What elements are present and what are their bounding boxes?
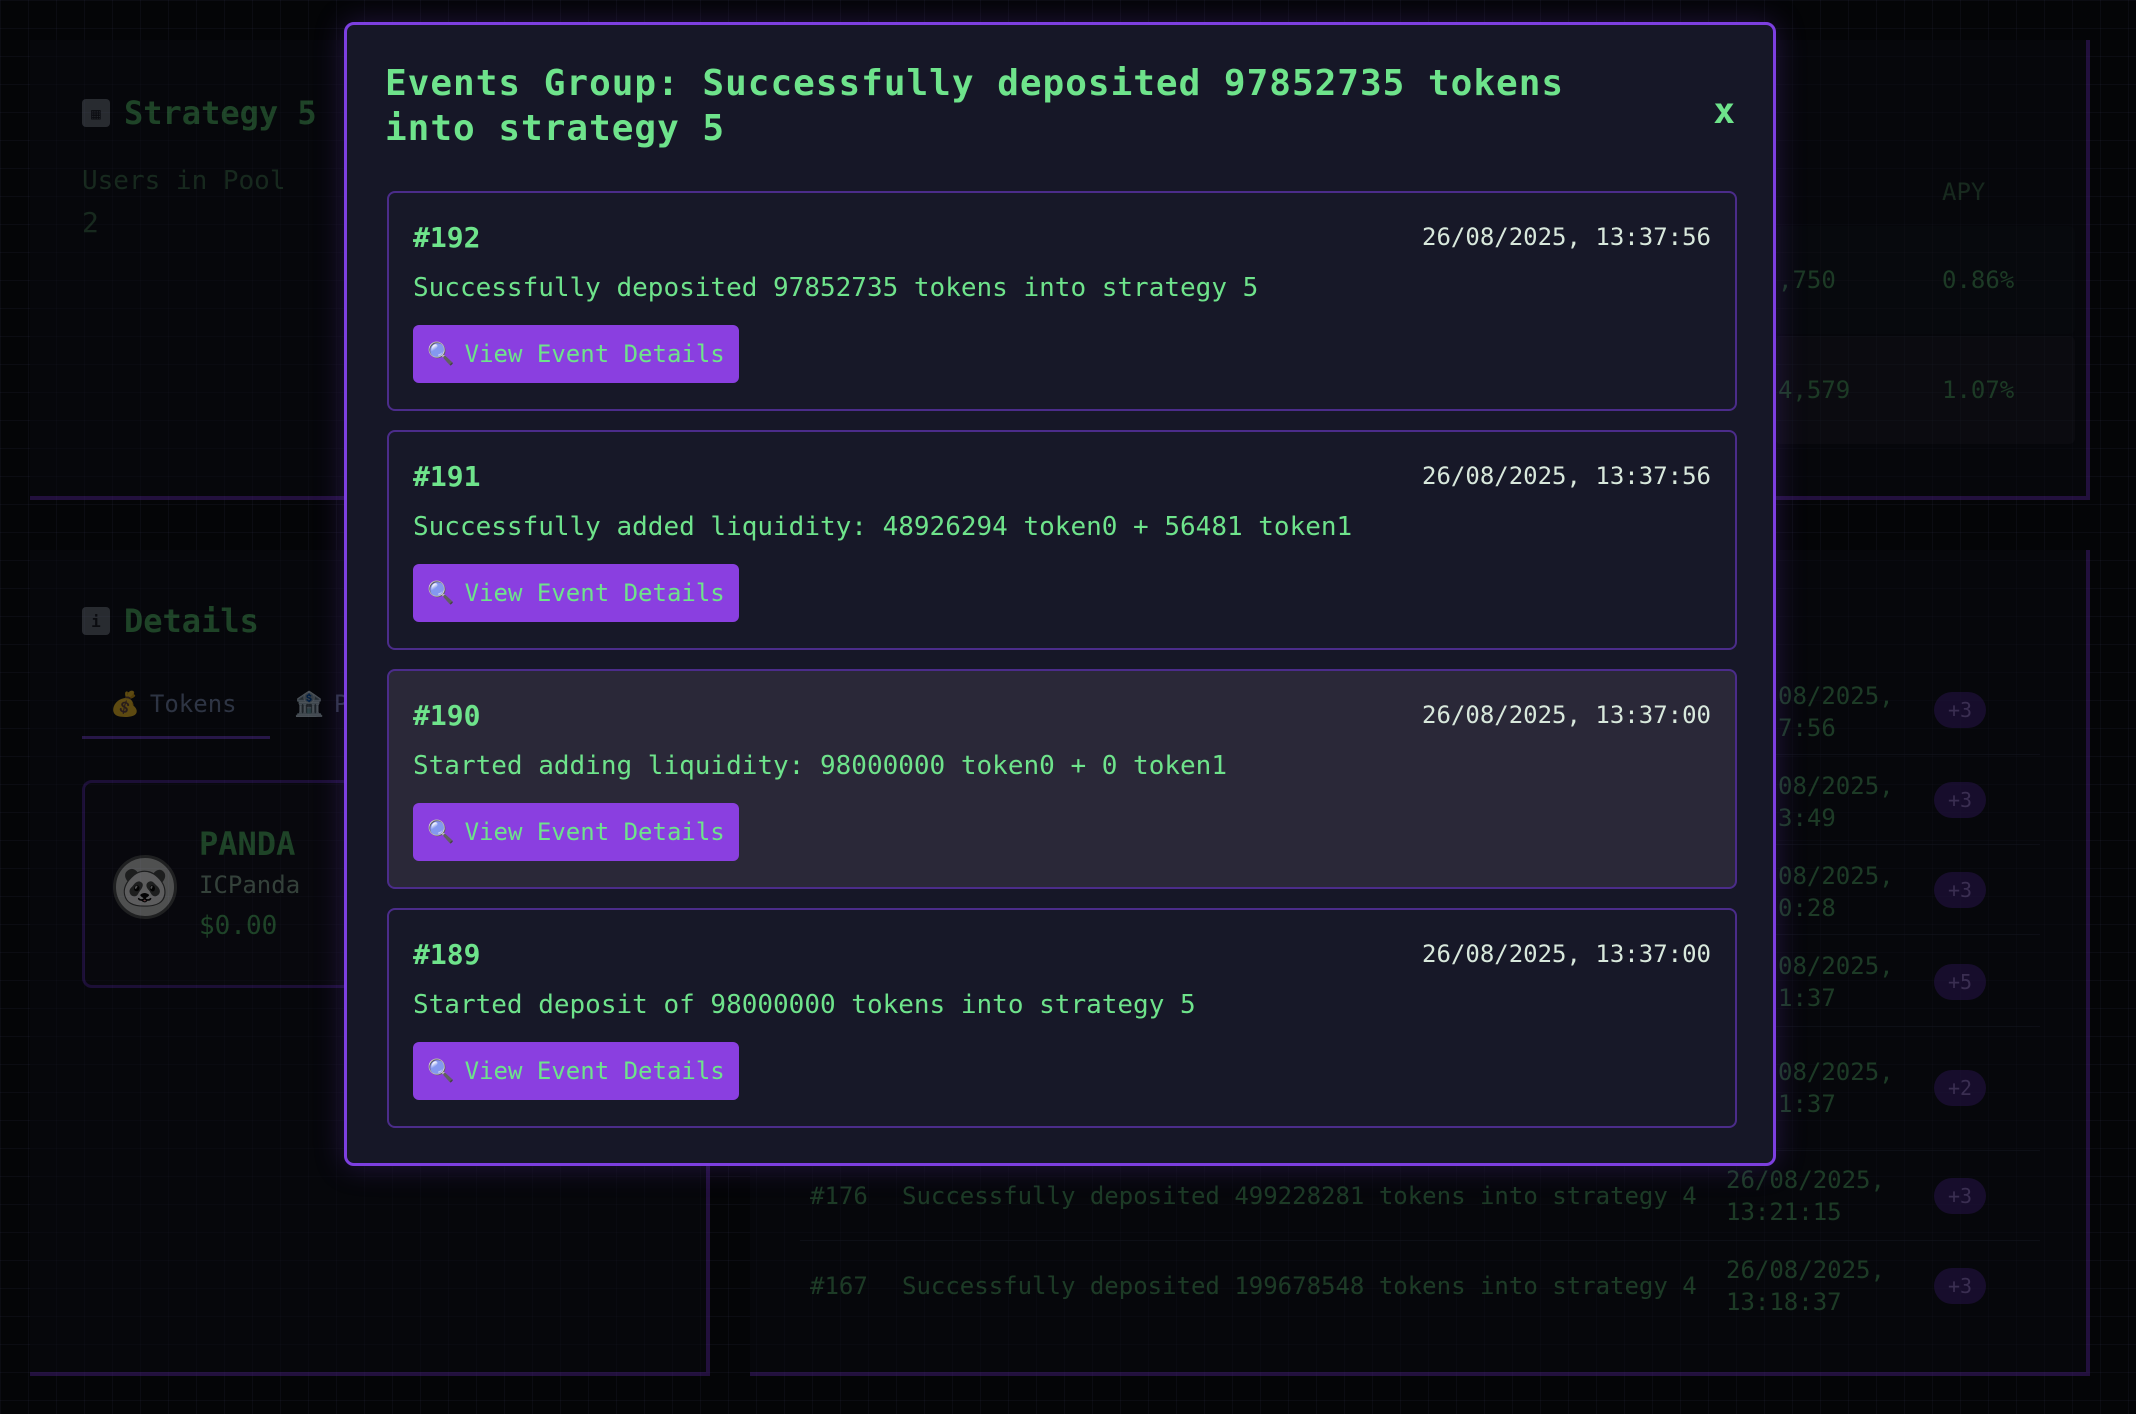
modal-title: Events Group: Successfully deposited 978… — [385, 63, 1565, 149]
view-event-details-label: View Event Details — [464, 340, 725, 368]
event-timestamp: 26/08/2025, 13:37:56 — [1422, 223, 1711, 251]
view-event-details-label: View Event Details — [464, 1057, 725, 1085]
event-timestamp: 26/08/2025, 13:37:00 — [1422, 701, 1711, 729]
view-event-details-button[interactable]: 🔍 View Event Details — [413, 803, 739, 861]
magnifier-icon: 🔍 — [427, 819, 455, 845]
view-event-details-button[interactable]: 🔍 View Event Details — [413, 1042, 739, 1100]
event-id: #190 — [413, 699, 481, 732]
event-card: #191 26/08/2025, 13:37:56 Successfully a… — [387, 430, 1737, 650]
magnifier-icon: 🔍 — [427, 1058, 455, 1084]
view-event-details-label: View Event Details — [464, 818, 725, 846]
view-event-details-label: View Event Details — [464, 579, 725, 607]
event-timestamp: 26/08/2025, 13:37:56 — [1422, 462, 1711, 490]
view-event-details-button[interactable]: 🔍 View Event Details — [413, 325, 739, 383]
close-icon[interactable]: x — [1713, 91, 1735, 132]
view-event-details-button[interactable]: 🔍 View Event Details — [413, 564, 739, 622]
event-card: #189 26/08/2025, 13:37:00 Started deposi… — [387, 908, 1737, 1128]
magnifier-icon: 🔍 — [427, 341, 455, 367]
magnifier-icon: 🔍 — [427, 580, 455, 606]
event-message: Successfully deposited 97852735 tokens i… — [413, 273, 1259, 303]
event-card: #192 26/08/2025, 13:37:56 Successfully d… — [387, 191, 1737, 411]
event-id: #189 — [413, 938, 481, 971]
event-id: #192 — [413, 221, 481, 254]
event-message: Started deposit of 98000000 tokens into … — [413, 990, 1196, 1020]
event-timestamp: 26/08/2025, 13:37:00 — [1422, 940, 1711, 968]
event-message: Started adding liquidity: 98000000 token… — [413, 751, 1227, 781]
event-id: #191 — [413, 460, 481, 493]
event-card: #190 26/08/2025, 13:37:00 Started adding… — [387, 669, 1737, 889]
event-message: Successfully added liquidity: 48926294 t… — [413, 512, 1353, 542]
events-group-modal: Events Group: Successfully deposited 978… — [344, 22, 1776, 1166]
